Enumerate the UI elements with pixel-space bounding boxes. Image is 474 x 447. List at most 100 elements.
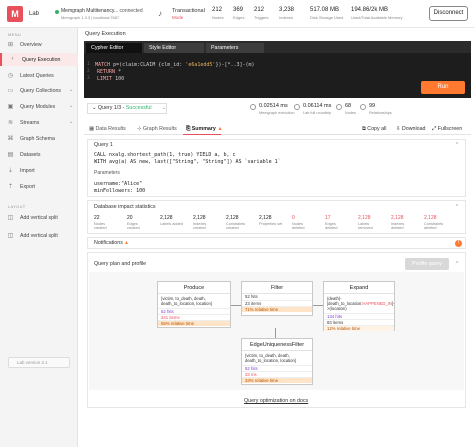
notifications-card[interactable]	[87, 237, 466, 249]
code-line: RETURN *	[97, 69, 122, 75]
folder-icon: ▭	[7, 88, 14, 94]
sidebar-item-query-execution[interactable]: › Query Execution	[0, 53, 78, 66]
plan-title: Query plan and profile	[94, 261, 147, 267]
sidebar-item-streams[interactable]: ≋ Streams ⌄	[0, 116, 78, 129]
warning-icon: ▲	[124, 240, 129, 246]
plan-node-relative-time: 33% relative time	[242, 377, 312, 383]
layout-section-title: LAYOUT	[8, 204, 26, 209]
sidebar-item-overview[interactable]: ⊞ Overview	[0, 38, 78, 51]
plan-node-produce[interactable]: Produce {victim, to_death, death, death_…	[157, 281, 231, 328]
mode-sub: Mode	[172, 15, 184, 20]
disconnect-button[interactable]: Disconnect	[429, 6, 468, 21]
menu-section-title: MENU	[8, 32, 21, 37]
plan-node-title: Expand	[324, 282, 394, 294]
metric-nodes: 68 Nodes	[345, 103, 356, 115]
sidebar-item-import[interactable]: ⇣ Import	[0, 164, 78, 177]
query-selector[interactable]: ⌄ Query 1/3 - Successful	[87, 103, 167, 114]
tab-style-editor[interactable]: Style Editor	[144, 43, 204, 53]
plan-node-filter[interactable]: Filter 52 hits 23 items 71% relative tim…	[241, 281, 313, 316]
run-button[interactable]: Run	[421, 81, 465, 94]
status-badge: Successful	[125, 105, 152, 111]
sidebar-item-add-vertical-split-2[interactable]: ◫ Add vertical split	[0, 229, 78, 242]
impact-nodes-created: 22 Nodes created	[94, 215, 107, 231]
stat-indexes: 3,238 Indexes	[279, 7, 295, 20]
impact-nodes-deleted: 0 Nodes deleted	[292, 215, 305, 231]
sidebar-item-query-collections[interactable]: ▭ Query Collections ⌄	[0, 84, 78, 97]
notifications-title: Notifications	[94, 240, 123, 246]
export-icon: ⇡	[7, 184, 14, 190]
copy-all-button[interactable]: ⧉ Copy all	[362, 126, 386, 133]
chevron-down-icon: ⌄	[69, 119, 74, 125]
line-number: 1	[87, 62, 90, 67]
stat-memory: 194.86/2k MB Used/Total Available Memory	[351, 7, 403, 20]
memgraph-logo: M	[7, 6, 23, 22]
metric-relationships: 99 Relationships	[369, 103, 392, 115]
tab-data-results[interactable]: ▦ Data Results	[89, 126, 126, 132]
chevron-down-icon: ⌄	[69, 87, 74, 93]
tab-graph-results[interactable]: ⊹ Graph Results	[137, 126, 177, 132]
split-icon: ◫	[7, 215, 14, 221]
active-tab-indicator	[183, 134, 221, 135]
stat-triggers: 212 Triggers	[254, 7, 269, 20]
plan-node-relative-time: 55% relative time	[158, 320, 230, 326]
param-line: username:"Alice"	[94, 181, 143, 187]
plan-node-edge-uniqueness-filter[interactable]: EdgeUniquenessFilter {victim, to_death, …	[241, 338, 313, 385]
stat-edges: 369 Edges	[233, 7, 245, 20]
music-note-icon: ♪	[158, 9, 162, 18]
sidebar-item-query-modules[interactable]: ▣ Query Modules ⌄	[0, 100, 78, 113]
impact-properties-set: 2,128 Properties set	[259, 215, 283, 226]
plan-node-relative-time: 71% relative time	[242, 306, 312, 312]
chevron-up-icon[interactable]: ⌃	[455, 204, 459, 210]
sidebar-item-export[interactable]: ⇡ Export	[0, 180, 78, 193]
impact-edges-deleted: 17 Edges deleted	[325, 215, 338, 231]
tab-summary[interactable]: ⎘ Summary ▲	[186, 126, 223, 133]
line-number: 3	[87, 76, 90, 81]
sidebar-item-graph-schema[interactable]: ⌘ Graph Schema	[0, 132, 78, 145]
notifications-badge[interactable]: !	[455, 240, 462, 247]
sidebar-item-add-vertical-split-1[interactable]: ◫ Add vertical split	[0, 211, 78, 224]
module-icon: ▣	[7, 104, 14, 110]
impact-indexes-deleted: 2,128 Indexes deleted	[391, 215, 405, 231]
chevron-down-icon[interactable]: ⌄	[162, 105, 166, 111]
connection-status: connected	[119, 8, 143, 14]
connection-name[interactable]: Memgraph Multitenancy... connected	[61, 8, 143, 14]
metric-memgraph-execution: 0.02514 ms Memgraph execution	[259, 103, 295, 115]
query-optimization-docs-link[interactable]: Query optimization on docs	[244, 398, 308, 404]
cypher-editor[interactable]	[84, 53, 471, 98]
connection-name-text: Memgraph Multitenancy...	[61, 8, 119, 14]
chevron-up-icon[interactable]: ⌃	[455, 261, 459, 267]
clock-icon: ◷	[7, 73, 14, 79]
chevron-up-icon[interactable]: ⌃	[455, 142, 459, 148]
plan-node-body: {victim, to_death, death, death_to_locat…	[161, 296, 213, 306]
query-text-line: WITH avg(a) AS new, last(["String", "Str…	[94, 159, 281, 165]
code-line: MATCH p=(claim:CLAIM {clm_id: 'e6a1edd5'…	[95, 62, 255, 68]
split-icon: ◫	[7, 233, 14, 239]
fullscreen-button[interactable]: ⤢ Fullscreen	[432, 126, 462, 133]
stat-nodes: 212 Nodes	[212, 7, 224, 20]
plan-node-title: EdgeUniquenessFilter	[242, 339, 312, 351]
impact-title: Database impact statistics	[94, 204, 156, 210]
plan-node-title: Filter	[242, 282, 312, 294]
impact-labels-removed: 2,128 Labels removed	[358, 215, 373, 231]
line-number: 2	[87, 69, 90, 74]
relationship-icon	[360, 104, 366, 110]
plan-node-expand[interactable]: Expand (death)-[death_to_location:HAPPEN…	[323, 281, 395, 331]
tab-parameters[interactable]: Parameters	[206, 43, 264, 53]
sidebar-item-latest-queries[interactable]: ◷ Latest Queries	[0, 69, 78, 82]
plan-edge	[275, 328, 276, 338]
clock-icon	[294, 104, 300, 110]
query-text-line: CALL nxalg.shortest_path(1, true) YIELD …	[94, 152, 236, 158]
sidebar-item-datasets[interactable]: ▤ Datasets	[0, 148, 78, 161]
impact-indexes-created: 2,128 Indexes created	[193, 215, 207, 231]
node-icon	[336, 104, 342, 110]
download-button[interactable]: ⇩ Download	[396, 126, 425, 132]
stream-icon: ≋	[7, 120, 14, 126]
tab-cypher-editor[interactable]: Cypher Editor	[86, 43, 142, 53]
grid-icon: ⊞	[7, 42, 14, 48]
plan-edge	[313, 305, 323, 306]
impact-constraints-created: 2,128 Constraints created	[226, 215, 246, 231]
impact-edges-created: 20 Edges created	[127, 215, 140, 231]
profile-query-button[interactable]: Profile query	[405, 258, 449, 270]
connection-info: Memgraph 1.3.3 | localhost:7687	[61, 15, 120, 20]
stat-disk: 517.08 MB Disk Storage Used	[310, 7, 344, 20]
